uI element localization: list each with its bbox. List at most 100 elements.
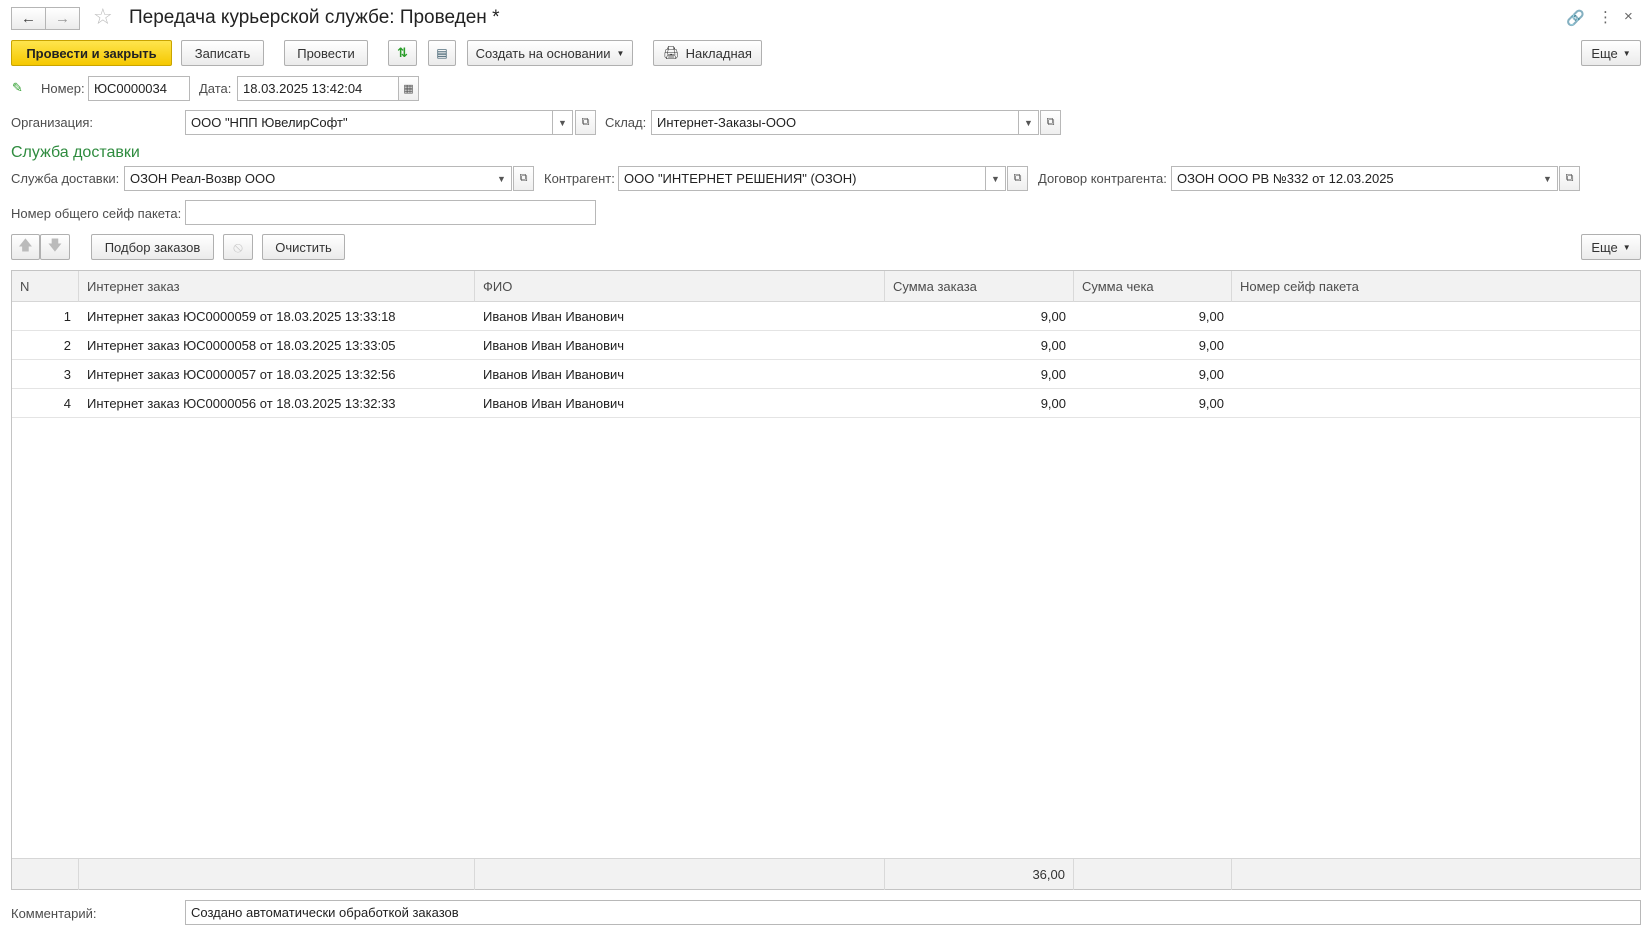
counterparty-label: Контрагент: <box>544 171 615 186</box>
delivery-service-open-button[interactable]: ⧉ <box>513 166 534 191</box>
create-based-on-button[interactable]: Создать на основании ▼ <box>467 40 633 66</box>
posted-status-icon: ✎ <box>12 80 23 95</box>
warehouse-label: Склад: <box>605 115 647 130</box>
post-button[interactable]: Провести <box>284 40 368 66</box>
calendar-button[interactable]: ▦ <box>398 76 419 101</box>
table-more-label: Еще <box>1591 239 1618 255</box>
more-button[interactable]: Еще ▼ <box>1581 40 1641 66</box>
cancel-button[interactable]: ⦸ <box>223 234 253 260</box>
table-footer-totals: 36,00 <box>12 858 1640 890</box>
warehouse-field[interactable]: Интернет-Заказы-ООО <box>651 110 1019 135</box>
footer-cell <box>1232 859 1640 890</box>
delivery-service-dropdown-button[interactable]: ▼ <box>492 166 512 191</box>
orders-table[interactable]: N Интернет заказ ФИО Сумма заказа Сумма … <box>11 270 1641 890</box>
cell-check: 9,00 <box>1198 367 1224 382</box>
footer-cell <box>475 859 885 890</box>
post-and-close-button[interactable]: Провести и закрыть <box>11 40 172 66</box>
column-header-n[interactable]: N <box>12 271 79 302</box>
column-header-fio[interactable]: ФИО <box>475 271 885 302</box>
cell-safe <box>1232 389 1640 418</box>
back-button[interactable]: ← <box>11 7 46 30</box>
table-header: N Интернет заказ ФИО Сумма заказа Сумма … <box>12 271 1640 302</box>
table-row[interactable]: 2 Интернет заказ ЮС0000058 от 18.03.2025… <box>12 331 1640 360</box>
chevron-down-icon: ▼ <box>991 173 1000 184</box>
warehouse-dropdown-button[interactable]: ▼ <box>1019 110 1039 135</box>
safe-package-field[interactable] <box>185 200 596 225</box>
organization-open-button[interactable]: ⧉ <box>575 110 596 135</box>
window-title: Передача курьерской службе: Проведен * <box>129 7 500 28</box>
cell-fio: Иванов Иван Иванович <box>483 396 625 411</box>
delivery-service-label: Служба доставки: <box>11 171 120 186</box>
clear-button[interactable]: Очистить <box>262 234 345 260</box>
cell-check: 9,00 <box>1198 396 1224 411</box>
cell-n: 4 <box>63 396 71 411</box>
warehouse-open-button[interactable]: ⧉ <box>1040 110 1061 135</box>
table-row[interactable]: 4 Интернет заказ ЮС0000056 от 18.03.2025… <box>12 389 1640 418</box>
arrow-down-icon: 🡇 <box>47 237 63 253</box>
invoice-print-button[interactable]: 🖨 Накладная <box>653 40 762 66</box>
table-more-button[interactable]: Еще ▼ <box>1581 234 1641 260</box>
printer-icon: 🖨 <box>663 45 680 60</box>
close-icon[interactable]: × <box>1624 8 1633 25</box>
move-down-button[interactable]: 🡇 <box>40 234 70 260</box>
cell-order: Интернет заказ ЮС0000058 от 18.03.2025 1… <box>87 338 396 353</box>
cell-sum: 9,00 <box>1040 338 1066 353</box>
save-button[interactable]: Записать <box>181 40 264 66</box>
organization-dropdown-button[interactable]: ▼ <box>553 110 573 135</box>
create-based-on-label: Создать на основании <box>475 45 611 61</box>
favorite-star-icon[interactable]: ☆ <box>93 4 113 30</box>
safe-package-label: Номер общего сейф пакета: <box>11 206 182 221</box>
cell-n: 3 <box>63 367 71 382</box>
organization-field[interactable]: ООО "НПП ЮвелирСофт" <box>185 110 553 135</box>
forward-button[interactable]: → <box>45 7 80 30</box>
contract-open-button[interactable]: ⧉ <box>1559 166 1580 191</box>
document-icon: ▤ <box>436 46 448 60</box>
column-header-order[interactable]: Интернет заказ <box>79 271 475 302</box>
table-row[interactable]: 3 Интернет заказ ЮС0000057 от 18.03.2025… <box>12 360 1640 389</box>
cell-safe <box>1232 331 1640 360</box>
cell-order: Интернет заказ ЮС0000056 от 18.03.2025 1… <box>87 396 396 411</box>
counterparty-field[interactable]: ООО "ИНТЕРНЕТ РЕШЕНИЯ" (ОЗОН) <box>618 166 986 191</box>
contract-field[interactable]: ОЗОН ООО РВ №332 от 12.03.2025 <box>1171 166 1539 191</box>
counterparty-open-button[interactable]: ⧉ <box>1007 166 1028 191</box>
movements-icon: ⇅ <box>397 45 408 60</box>
number-label: Номер: <box>41 81 85 96</box>
cell-check: 9,00 <box>1198 338 1224 353</box>
movements-button[interactable]: ⇅ <box>388 40 417 66</box>
contract-dropdown-button[interactable]: ▼ <box>1538 166 1558 191</box>
table-row[interactable]: 1 Интернет заказ ЮС0000059 от 18.03.2025… <box>12 302 1640 331</box>
column-header-check[interactable]: Сумма чека <box>1074 271 1232 302</box>
chevron-down-icon: ▼ <box>1622 242 1631 252</box>
link-icon[interactable]: 🔗 <box>1566 9 1585 27</box>
delivery-section-title: Служба доставки <box>11 144 140 161</box>
open-window-icon: ⧉ <box>1013 172 1022 184</box>
chevron-down-icon: ▼ <box>616 48 625 58</box>
more-label: Еще <box>1591 45 1618 61</box>
cell-order: Интернет заказ ЮС0000057 от 18.03.2025 1… <box>87 367 396 382</box>
calendar-icon: ▦ <box>403 83 414 95</box>
cancel-circle-icon: ⦸ <box>233 238 243 256</box>
delivery-service-field[interactable]: ОЗОН Реал-Возвр ООО <box>124 166 493 191</box>
date-field[interactable]: 18.03.2025 13:42:04 <box>237 76 399 101</box>
cell-n: 1 <box>63 309 71 324</box>
open-window-icon: ⧉ <box>519 172 528 184</box>
column-header-sum[interactable]: Сумма заказа <box>885 271 1074 302</box>
total-sum: 36,00 <box>885 859 1074 890</box>
contract-label: Договор контрагента: <box>1038 171 1167 186</box>
move-up-button[interactable]: 🡅 <box>11 234 40 260</box>
cell-check: 9,00 <box>1198 309 1224 324</box>
arrow-up-icon: 🡅 <box>18 237 33 253</box>
comment-field[interactable]: Создано автоматически обработкой заказов <box>185 900 1641 925</box>
chevron-down-icon: ▼ <box>1024 117 1033 128</box>
chevron-down-icon: ▼ <box>1622 48 1631 58</box>
chevron-down-icon: ▼ <box>497 173 506 184</box>
journal-button[interactable]: ▤ <box>428 40 456 66</box>
chevron-down-icon: ▼ <box>1543 173 1552 184</box>
counterparty-dropdown-button[interactable]: ▼ <box>986 166 1006 191</box>
pick-orders-button[interactable]: Подбор заказов <box>91 234 214 260</box>
column-header-safe[interactable]: Номер сейф пакета <box>1232 271 1640 302</box>
more-vert-icon[interactable]: ⋮ <box>1598 8 1613 26</box>
open-window-icon: ⧉ <box>1565 172 1574 184</box>
comment-label: Комментарий: <box>11 906 97 921</box>
number-field[interactable]: ЮС0000034 <box>88 76 190 101</box>
